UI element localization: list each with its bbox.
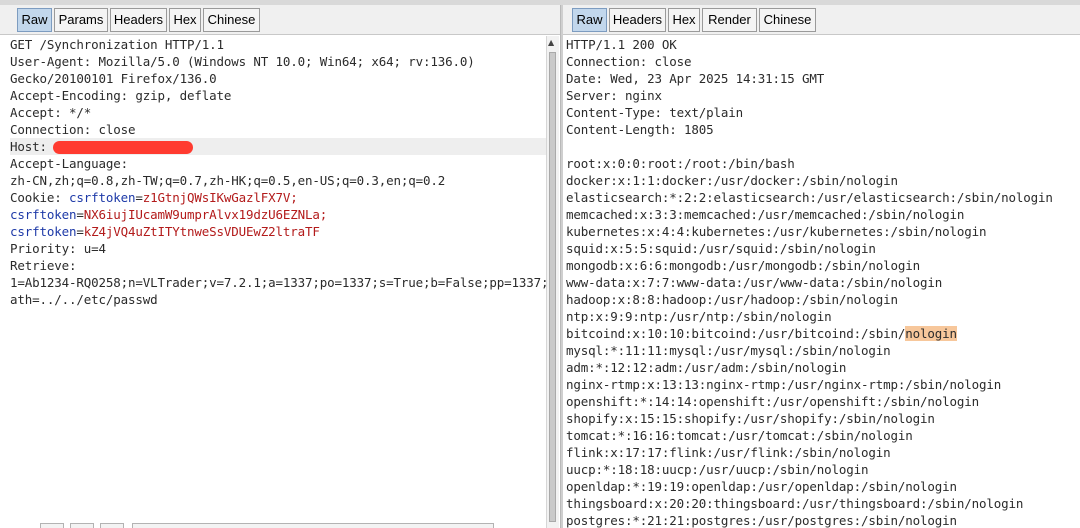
request-header-line: Priority: u=4 [10, 241, 106, 256]
request-scroll-thumb[interactable] [549, 52, 556, 522]
prev-button[interactable] [40, 523, 64, 528]
body-line: memcached:x:3:3:memcached:/usr/memcached… [566, 207, 965, 222]
request-header-line: 1=Ab1234-RQ0258;n=VLTrader;v=7.2.1;a=133… [10, 275, 546, 290]
next-button[interactable] [100, 523, 124, 528]
request-header-line: zh-CN,zh;q=0.8,zh-TW;q=0.7,zh-HK;q=0.5,e… [10, 173, 446, 188]
request-tab-headers[interactable]: Headers [110, 8, 167, 32]
body-line: ntp:x:9:9:ntp:/usr/ntp:/sbin/nologin [566, 309, 832, 324]
response-pane: Raw Headers Hex Render Chinese HTTP/1.1 … [563, 5, 1080, 528]
body-line: postgres:*:21:21:postgres:/usr/postgres:… [566, 513, 957, 528]
response-tab-bar: Raw Headers Hex Render Chinese [563, 5, 1080, 35]
scroll-up-arrow-icon[interactable]: ▲ [548, 38, 554, 47]
body-line: docker:x:1:1:docker:/usr/docker:/sbin/no… [566, 173, 898, 188]
request-tab-raw[interactable]: Raw [17, 8, 52, 32]
request-header-line: ath=../../etc/passwd [10, 292, 158, 307]
response-tab-raw[interactable]: Raw [572, 8, 607, 32]
request-line: GET /Synchronization HTTP/1.1 [10, 37, 224, 52]
body-line: kubernetes:x:4:4:kubernetes:/usr/kuberne… [566, 224, 987, 239]
host-header-line: Host: [10, 138, 546, 155]
request-tab-params[interactable]: Params [54, 8, 108, 32]
response-header-line: Connection: close [566, 54, 692, 69]
request-header-line: Connection: close [10, 122, 136, 137]
cookie-line: csrftoken=kZ4jVQ4uZtITYtnweSsVDUEwZ2ltra… [10, 224, 320, 239]
cookie-line: csrftoken=NX6iujIUcamW9umprAlvx19dzU6EZN… [10, 207, 328, 222]
response-tab-render[interactable]: Render [702, 8, 757, 32]
body-line: elasticsearch:*:2:2:elasticsearch:/usr/e… [566, 190, 1053, 205]
host-label: Host: [10, 139, 47, 154]
response-header-line: Content-Type: text/plain [566, 105, 744, 120]
body-line: thingsboard:x:20:20:thingsboard:/usr/thi… [566, 496, 1024, 511]
search-match-highlight: nologin [905, 326, 957, 341]
response-header-line: Date: Wed, 23 Apr 2025 14:31:15 GMT [566, 71, 825, 86]
request-editor[interactable]: GET /Synchronization HTTP/1.1 User-Agent… [10, 36, 546, 528]
request-tab-chinese[interactable]: Chinese [203, 8, 260, 32]
body-line: www-data:x:7:7:www-data:/usr/www-data:/s… [566, 275, 943, 290]
request-header-line: Accept-Encoding: gzip, deflate [10, 88, 232, 103]
cookie-name: csrftoken [10, 207, 77, 222]
body-line: uucp:*:18:18:uucp:/usr/uucp:/sbin/nologi… [566, 462, 869, 477]
status-line: HTTP/1.1 200 OK [566, 37, 677, 52]
body-line: flink:x:17:17:flink:/usr/flink:/sbin/nol… [566, 445, 891, 460]
body-line: mysql:*:11:11:mysql:/usr/mysql:/sbin/nol… [566, 343, 891, 358]
redaction-mark [52, 141, 193, 154]
request-header-line: Accept: */* [10, 105, 92, 120]
request-tab-hex[interactable]: Hex [169, 8, 201, 32]
response-viewer[interactable]: HTTP/1.1 200 OK Connection: close Date: … [566, 36, 1066, 528]
add-button[interactable] [70, 523, 94, 528]
body-line: openldap:*:19:19:openldap:/usr/openldap:… [566, 479, 957, 494]
body-line: shopify:x:15:15:shopify:/usr/shopify:/sb… [566, 411, 935, 426]
body-line: hadoop:x:8:8:hadoop:/usr/hadoop:/sbin/no… [566, 292, 898, 307]
request-header-line: Gecko/20100101 Firefox/136.0 [10, 71, 217, 86]
request-search-input[interactable] [132, 523, 494, 528]
body-line: openshift:*:14:14:openshift:/usr/openshi… [566, 394, 980, 409]
body-line-prefix: bitcoind:x:10:10:bitcoind:/usr/bitcoind:… [566, 326, 906, 341]
response-tab-hex[interactable]: Hex [668, 8, 700, 32]
body-line: nginx-rtmp:x:13:13:nginx-rtmp:/usr/nginx… [566, 377, 1002, 392]
cookie-line: Cookie: csrftoken=z1GtnjQWsIKwGazlFX7V; [10, 190, 298, 205]
request-header-line: Accept-Language: [10, 156, 129, 171]
body-line: squid:x:5:5:squid:/usr/squid:/sbin/nolog… [566, 241, 876, 256]
response-header-line: Content-Length: 1805 [566, 122, 714, 137]
response-header-line: Server: nginx [566, 88, 662, 103]
body-line: mongodb:x:6:6:mongodb:/usr/mongodb:/sbin… [566, 258, 921, 273]
cookie-value: NX6iujIUcamW9umprAlvx19dzU6EZNLa; [83, 207, 328, 222]
body-line: root:x:0:0:root:/root:/bin/bash [566, 156, 795, 171]
body-line: adm:*:12:12:adm:/usr/adm:/sbin/nologin [566, 360, 847, 375]
request-header-line: User-Agent: Mozilla/5.0 (Windows NT 10.0… [10, 54, 475, 69]
body-line: tomcat:*:16:16:tomcat:/usr/tomcat:/sbin/… [566, 428, 913, 443]
response-tab-chinese[interactable]: Chinese [759, 8, 816, 32]
body-line-highlighted: bitcoind:x:10:10:bitcoind:/usr/bitcoind:… [566, 325, 1066, 342]
response-tab-headers[interactable]: Headers [609, 8, 666, 32]
cookie-name: csrftoken [69, 190, 136, 205]
request-tab-bar: Raw Params Headers Hex Chinese [0, 5, 560, 35]
cookie-name: csrftoken [10, 224, 77, 239]
cookie-prefix: Cookie: [10, 190, 70, 205]
cookie-value: kZ4jVQ4uZtITYtnweSsVDUEwZ2ltraTF [83, 224, 320, 239]
request-header-line: Retrieve: [10, 258, 77, 273]
cookie-value: z1GtnjQWsIKwGazlFX7V; [142, 190, 298, 205]
request-scrollbar[interactable]: ▲ [546, 36, 559, 528]
request-pane: Raw Params Headers Hex Chinese GET /Sync… [0, 5, 560, 528]
